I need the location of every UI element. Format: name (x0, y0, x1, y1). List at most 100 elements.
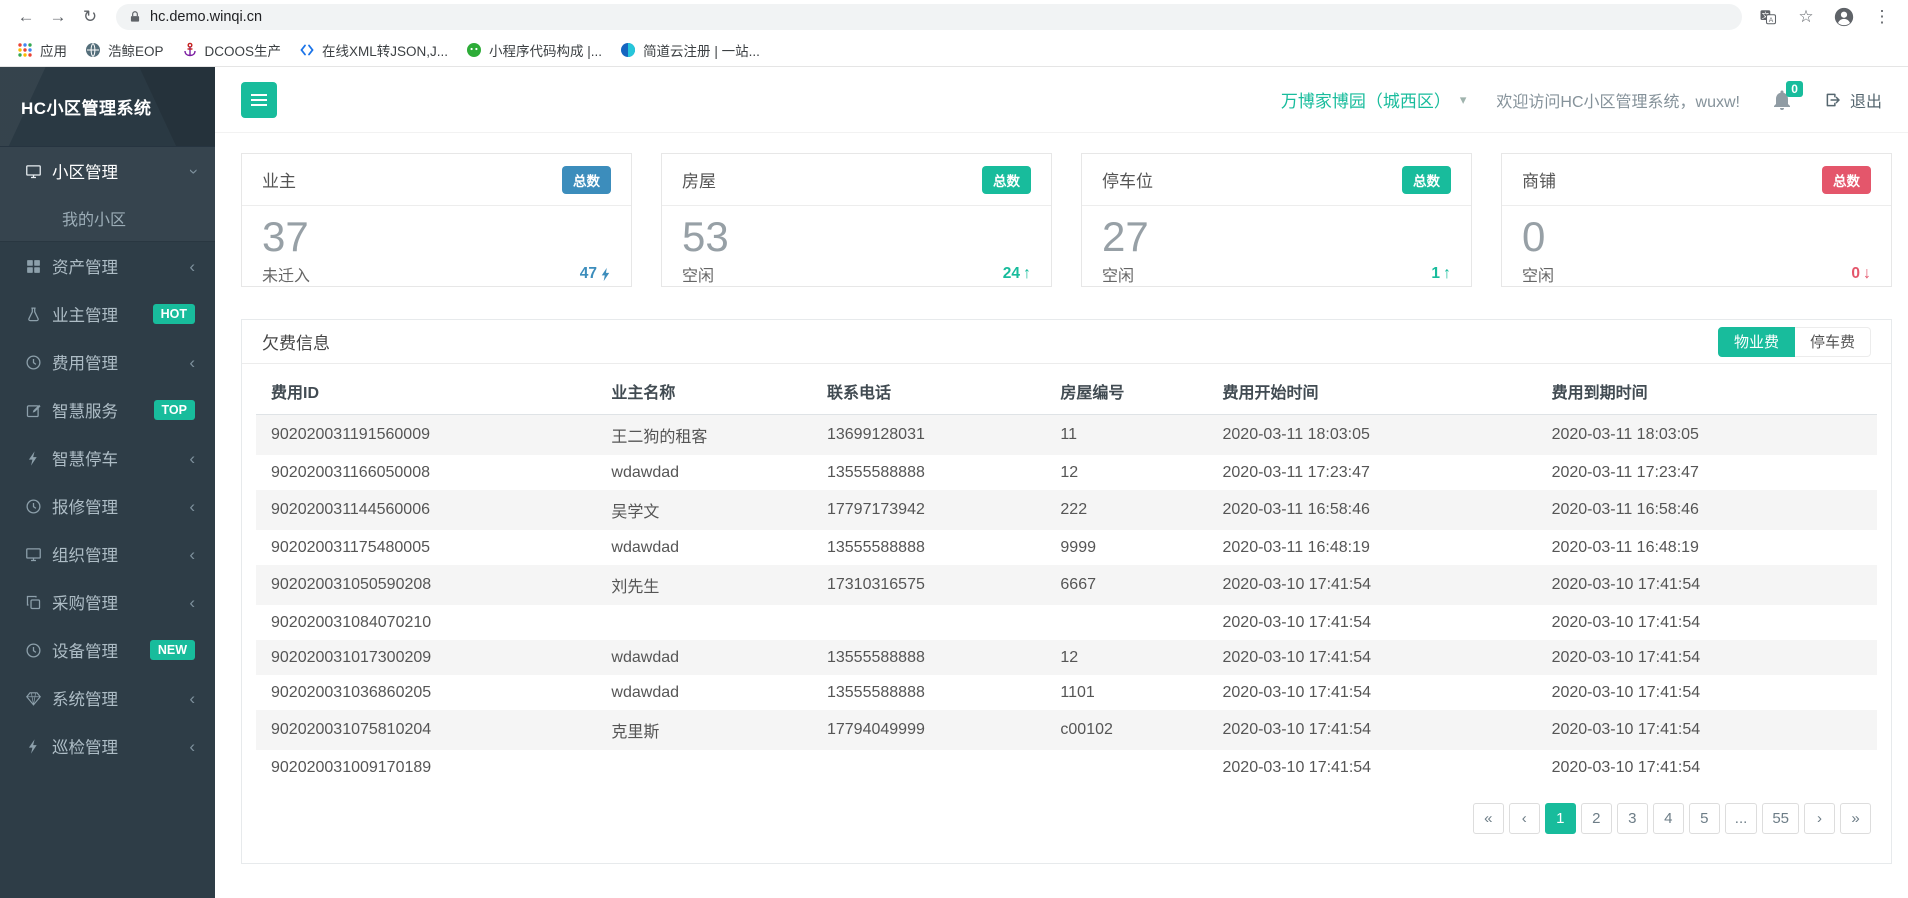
logout-button[interactable]: 退出 (1824, 88, 1882, 112)
stat-card-body: 0空闲0↓ (1502, 206, 1891, 286)
community-selector[interactable]: 万博家博园（城西区） ▾ (1281, 87, 1467, 112)
table-cell: 王二狗的租客 (596, 415, 812, 456)
bookmark-item[interactable]: 简道云注册 | 一站... (611, 37, 769, 63)
notification-bell[interactable]: 0 (1770, 88, 1794, 112)
sidebar-toggle-button[interactable] (241, 82, 277, 118)
arrow-up-icon: ↑ (1023, 265, 1031, 283)
forward-icon[interactable]: → (42, 3, 74, 31)
table-cell: 12 (1045, 455, 1207, 490)
stat-card-body: 37未迁入47 (242, 206, 631, 286)
sidebar-item[interactable]: 报修管理‹ (0, 482, 215, 530)
arrow-down-icon: ↓ (1863, 265, 1871, 283)
page-button[interactable]: 4 (1653, 803, 1684, 834)
sidebar-item-label: 报修管理 (52, 494, 189, 518)
bookmark-item[interactable]: 应用 (8, 37, 76, 63)
page-button[interactable]: « (1473, 803, 1504, 834)
page-button[interactable]: » (1840, 803, 1871, 834)
sidebar-item[interactable]: 采购管理‹ (0, 578, 215, 626)
sidebar-item-badge: HOT (153, 304, 195, 324)
sidebar-item[interactable]: 业主管理HOT (0, 290, 215, 338)
profile-icon[interactable] (1828, 3, 1860, 31)
url-field[interactable]: hc.demo.winqi.cn (116, 4, 1742, 30)
page-button[interactable]: 55 (1762, 803, 1799, 834)
table-cell: 902020031075810204 (256, 710, 596, 750)
stat-card-header: 停车位总数 (1082, 154, 1471, 206)
table-cell: 17794049999 (812, 710, 1045, 750)
bookmark-item[interactable]: 小程序代码构成 |... (457, 37, 611, 63)
page-button[interactable]: ... (1725, 803, 1758, 834)
sidebar-item[interactable]: 资产管理‹ (0, 242, 215, 290)
svg-text:A: A (1769, 17, 1774, 24)
table-cell (1045, 605, 1207, 640)
bookmark-label: 在线XML转JSON,J... (322, 40, 448, 60)
chevron-left-icon: ‹ (189, 450, 195, 467)
stat-card-title: 商铺 (1522, 167, 1556, 192)
star-icon[interactable]: ☆ (1790, 3, 1822, 31)
table-cell: 2020-03-10 17:41:54 (1208, 675, 1537, 710)
table-cell: 2020-03-10 17:41:54 (1537, 565, 1877, 605)
refresh-icon[interactable]: ↻ (74, 3, 106, 31)
app-logo-title: HC小区管理系统 (0, 67, 215, 147)
page-button[interactable]: › (1804, 803, 1835, 834)
bookmark-item[interactable]: 在线XML转JSON,J... (290, 37, 457, 63)
table-cell: 2020-03-11 18:03:05 (1208, 415, 1537, 456)
sidebar-item[interactable]: 巡检管理‹ (0, 722, 215, 770)
arrears-table-wrap: 费用ID业主名称联系电话房屋编号费用开始时间费用到期时间 90202003119… (242, 364, 1891, 785)
clock-icon (25, 642, 42, 659)
stat-card-value: 37 (262, 214, 611, 260)
stat-card-header: 业主总数 (242, 154, 631, 206)
arrears-panel: 欠费信息 物业费停车费 费用ID业主名称联系电话房屋编号费用开始时间费用到期时间… (241, 319, 1892, 864)
table-header-row: 费用ID业主名称联系电话房屋编号费用开始时间费用到期时间 (256, 366, 1877, 415)
table-cell: wdawdad (596, 675, 812, 710)
arrears-table: 费用ID业主名称联系电话房屋编号费用开始时间费用到期时间 90202003119… (256, 366, 1877, 785)
stat-card-value: 0 (1522, 214, 1871, 260)
table-cell: 2020-03-10 17:41:54 (1537, 605, 1877, 640)
table-cell: wdawdad (596, 455, 812, 490)
table-cell: 902020031050590208 (256, 565, 596, 605)
table-body: 902020031191560009王二狗的租客1369912803111202… (256, 415, 1877, 786)
sidebar-subitem[interactable]: 我的小区 (0, 195, 215, 241)
table-cell: 2020-03-11 17:23:47 (1208, 455, 1537, 490)
hamburger-icon (251, 99, 267, 101)
clock-icon (25, 354, 42, 371)
sidebar-item[interactable]: 智慧服务TOP (0, 386, 215, 434)
table-cell: 13555588888 (812, 640, 1045, 675)
sidebar-item[interactable]: 设备管理NEW (0, 626, 215, 674)
table-cell (1045, 750, 1207, 785)
sidebar-item-label: 小区管理 (52, 159, 189, 183)
sidebar-item[interactable]: 费用管理‹ (0, 338, 215, 386)
stat-card-subrow: 空闲1↑ (1102, 262, 1451, 286)
sidebar-item[interactable]: 组织管理‹ (0, 530, 215, 578)
translate-icon[interactable]: 文 A (1752, 3, 1784, 31)
monitor-icon (25, 163, 42, 180)
stat-card-total-badge: 总数 (982, 166, 1031, 194)
stat-card-sub-value: 1↑ (1431, 265, 1451, 283)
fee-type-button[interactable]: 停车费 (1795, 327, 1871, 357)
table-header-cell: 费用ID (256, 366, 596, 415)
bookmark-item[interactable]: 浩鲸EOP (76, 37, 173, 63)
page-button-active[interactable]: 1 (1545, 803, 1576, 834)
table-cell: 902020031084070210 (256, 605, 596, 640)
sidebar-item[interactable]: 小区管理‹ (0, 147, 215, 195)
page-button[interactable]: ‹ (1509, 803, 1540, 834)
fee-type-button[interactable]: 物业费 (1718, 327, 1795, 357)
menu-icon[interactable]: ⋮ (1866, 3, 1898, 31)
code-icon (299, 42, 315, 58)
bookmark-item[interactable]: DCOOS生产 (173, 37, 291, 63)
table-row: 9020200310840702102020-03-10 17:41:54202… (256, 605, 1877, 640)
page-button[interactable]: 3 (1617, 803, 1648, 834)
page-button[interactable]: 2 (1581, 803, 1612, 834)
back-icon[interactable]: ← (10, 3, 42, 31)
chevron-left-icon: ‹ (189, 738, 195, 755)
sidebar-item-label: 组织管理 (52, 542, 189, 566)
stat-card-title: 停车位 (1102, 167, 1153, 192)
sidebar-item[interactable]: 智慧停车‹ (0, 434, 215, 482)
bookmark-label: 简道云注册 | 一站... (643, 40, 760, 60)
table-cell: 17310316575 (812, 565, 1045, 605)
table-cell: wdawdad (596, 640, 812, 675)
table-cell: 克里斯 (596, 710, 812, 750)
table-row: 902020031017300209wdawdad135555888881220… (256, 640, 1877, 675)
sidebar-item[interactable]: 系统管理‹ (0, 674, 215, 722)
table-cell: 902020031166050008 (256, 455, 596, 490)
page-button[interactable]: 5 (1689, 803, 1720, 834)
